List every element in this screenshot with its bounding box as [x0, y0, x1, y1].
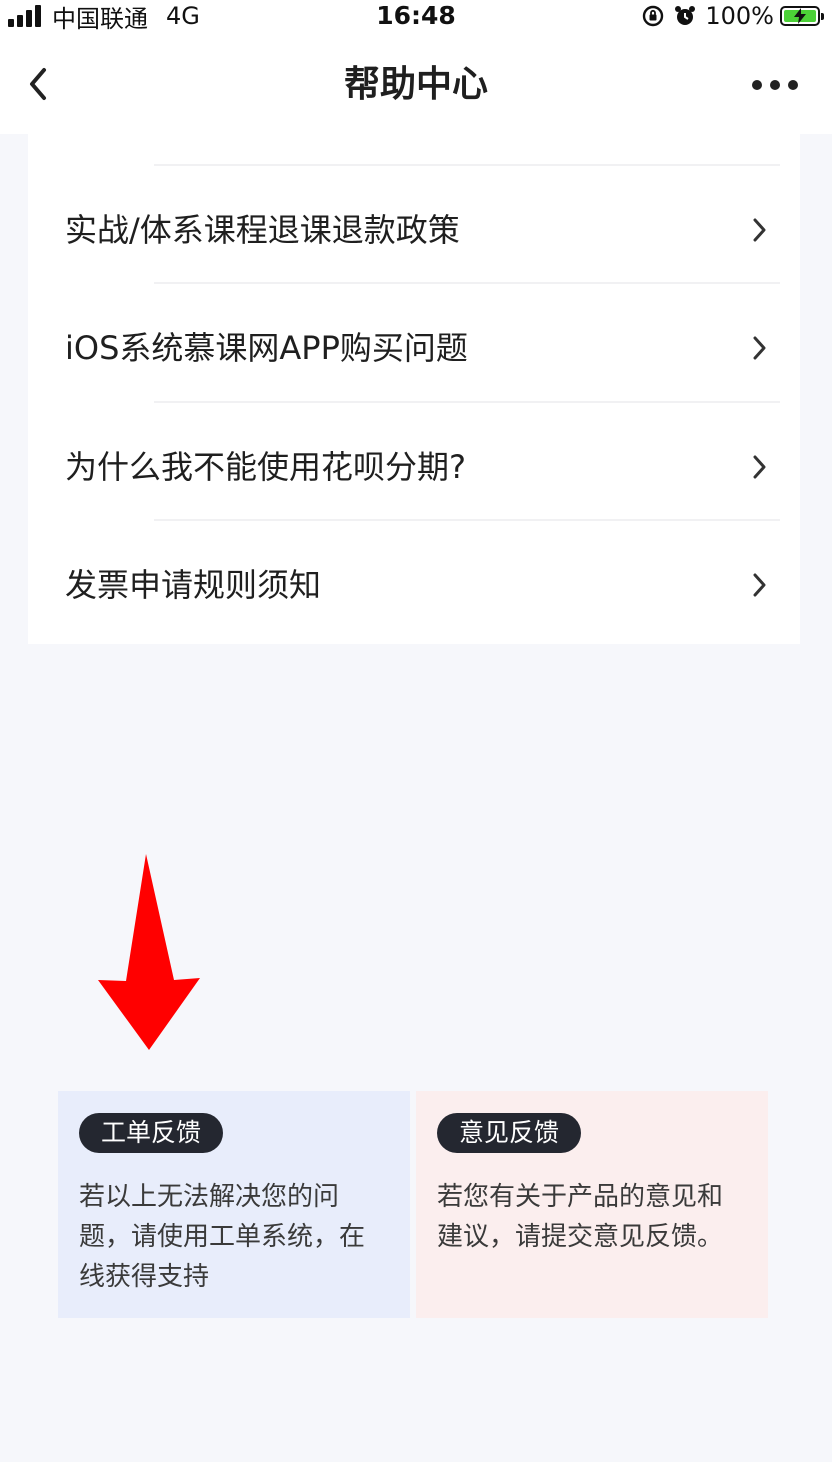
more-dots-icon[interactable]	[752, 78, 798, 92]
status-right: 100%	[641, 1, 824, 31]
alarm-icon	[675, 6, 696, 25]
ticket-feedback-description: 若以上无法解决您的问题，请使用工单系统，在线获得支持	[79, 1182, 366, 1292]
nav-bar: 帮助中心	[0, 34, 832, 134]
faq-item-ios-purchase[interactable]: iOS系统慕课网APP购买问题	[28, 290, 800, 406]
status-bar: 中国联通 4G 16:48 100%	[0, 0, 832, 34]
list-divider	[154, 519, 780, 521]
faq-item-invoice[interactable]: 发票申请规则须知	[28, 527, 800, 643]
opinion-feedback-card[interactable]: 意见反馈 若您有关于产品的意见和建议，请提交意见反馈。	[416, 1091, 768, 1318]
faq-item-label: 发票申请规则须知	[65, 566, 322, 604]
ticket-feedback-badge: 工单反馈	[79, 1113, 224, 1153]
ticket-feedback-card[interactable]: 工单反馈 若以上无法解决您的问题，请使用工单系统，在线获得支持	[58, 1091, 410, 1318]
list-divider	[154, 282, 780, 284]
opinion-feedback-description: 若您有关于产品的意见和建议，请提交意见反馈。	[437, 1182, 724, 1252]
faq-item-refund-policy[interactable]: 实战/体系课程退课退款政策	[28, 172, 800, 288]
faq-item-huabei[interactable]: 为什么我不能使用花呗分期?	[28, 409, 800, 525]
chevron-right-icon	[753, 573, 766, 597]
faq-item-label: iOS系统慕课网APP购买问题	[65, 329, 468, 367]
chevron-right-icon	[753, 455, 766, 479]
battery-cap	[821, 13, 824, 20]
battery-percent: 100%	[705, 2, 774, 30]
list-divider	[154, 401, 780, 403]
red-down-arrow-icon	[98, 854, 200, 1050]
list-divider	[154, 164, 780, 166]
faq-list: 实战/体系课程退课退款政策 iOS系统慕课网APP购买问题 为什么我不能使用花呗…	[28, 134, 800, 644]
chevron-right-icon	[753, 218, 766, 242]
faq-item-label: 为什么我不能使用花呗分期?	[65, 448, 466, 486]
opinion-feedback-badge: 意见反馈	[437, 1113, 582, 1153]
charging-bolt-icon	[794, 8, 806, 24]
faq-item-label: 实战/体系课程退课退款政策	[65, 211, 460, 249]
orientation-lock-icon	[643, 5, 664, 27]
chevron-right-icon	[753, 336, 766, 360]
page-title: 帮助中心	[343, 64, 488, 105]
battery-icon	[780, 6, 824, 26]
